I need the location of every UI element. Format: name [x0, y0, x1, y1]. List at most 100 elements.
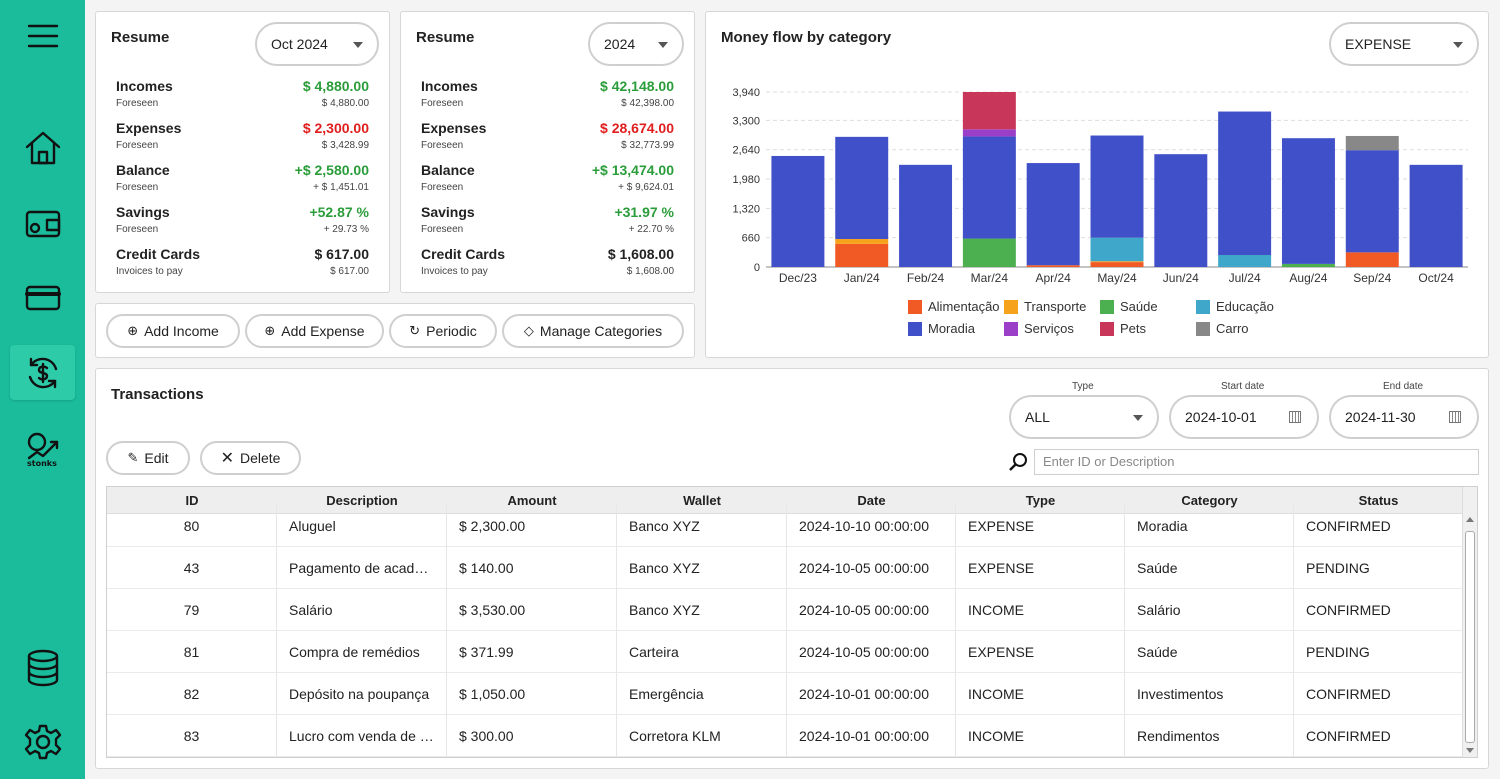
periodic-button[interactable]: ↻ Periodic — [389, 314, 497, 348]
calendar-icon[interactable] — [1289, 411, 1301, 423]
table-cell: Pagamento de academia — [277, 547, 447, 589]
calendar-icon[interactable] — [1449, 411, 1461, 423]
resume-sub-label: Foreseen — [116, 140, 159, 151]
sidebar-item-settings[interactable] — [10, 714, 75, 769]
scroll-down-icon[interactable] — [1466, 748, 1474, 753]
table-cell: $ 140.00 — [447, 547, 617, 589]
resume-label: Savings — [116, 204, 170, 220]
type-filter-label: Type — [1072, 381, 1094, 392]
bar-segment — [1154, 154, 1208, 267]
resume-year-panel: Resume 2024 Incomes Foreseen $ 42,148.00 $ … — [400, 11, 695, 293]
table-cell: INCOME — [956, 673, 1125, 715]
bar-segment — [1345, 150, 1399, 253]
actions-panel: ⊕ Add Income ⊕ Add Expense ↻ Periodic ◇ … — [95, 303, 695, 358]
resume-sub-label: Foreseen — [116, 182, 159, 193]
legend-label: Serviços — [1024, 321, 1074, 336]
start-date-picker[interactable]: 2024-10-01 — [1169, 395, 1319, 439]
table-row[interactable]: 83 Lucro com venda de ações $ 300.00 Corret… — [107, 715, 1463, 757]
year-selector[interactable]: 2024 — [588, 22, 684, 66]
resume-label: Expenses — [116, 120, 182, 136]
table-row[interactable]: 80 Aluguel $ 2,300.00 Banco XYZ 2024-10-10 0… — [107, 505, 1463, 547]
table-row[interactable]: 81 Compra de remédios $ 371.99 Carteira 2024… — [107, 631, 1463, 673]
legend-swatch — [1100, 321, 1114, 336]
legend-swatch — [1004, 299, 1018, 314]
bar-segment — [1218, 255, 1272, 267]
resume-value: $ 617.00 — [314, 246, 370, 262]
add-expense-button[interactable]: ⊕ Add Expense — [245, 314, 384, 348]
table-cell: CONFIRMED — [1294, 589, 1463, 631]
manage-categories-button[interactable]: ◇ Manage Categories — [502, 314, 684, 348]
menu-icon — [27, 24, 58, 47]
end-date-picker[interactable]: 2024-11-30 — [1329, 395, 1479, 439]
menu-button[interactable] — [10, 8, 75, 63]
search-icon[interactable] — [1008, 452, 1028, 472]
chevron-down-icon — [353, 42, 363, 48]
table-cell: $ 2,300.00 — [447, 505, 617, 547]
table-cell: CONFIRMED — [1294, 505, 1463, 547]
table-cell: INCOME — [956, 715, 1125, 757]
table-cell: Salário — [1125, 589, 1294, 631]
scrollbar-thumb[interactable] — [1465, 531, 1475, 743]
resume-sub-label: Foreseen — [421, 98, 464, 109]
add-income-button[interactable]: ⊕ Add Income — [106, 314, 240, 348]
chevron-down-icon — [1133, 415, 1143, 421]
table-cell: Lucro com venda de ações — [277, 715, 447, 757]
resume-value: +$ 2,580.00 — [294, 162, 369, 178]
table-cell: Rendimentos — [1125, 715, 1294, 757]
end-date-value: 2024-11-30 — [1345, 409, 1416, 425]
delete-label: Delete — [239, 450, 281, 466]
type-filter[interactable]: ALL — [1009, 395, 1159, 439]
bar-segment — [1090, 135, 1144, 238]
resume-sub-value: + 22.70 % — [628, 224, 674, 235]
resume-sub-label: Foreseen — [116, 98, 159, 109]
y-tick-label: 1,320 — [732, 203, 760, 215]
search-placeholder: Enter ID or Description — [1043, 454, 1175, 469]
x-tick-label: Feb/24 — [907, 271, 945, 285]
sidebar-item-wallets[interactable] — [10, 195, 75, 250]
resume-sub-value: $ 3,428.99 — [321, 140, 369, 151]
start-date-label: Start date — [1221, 381, 1265, 392]
money-flow-title: Money flow by category — [721, 29, 892, 46]
resume-sub-value: $ 42,398.00 — [621, 98, 674, 109]
resume-row-balance: Balance Foreseen +$ 2,580.00 + $ 1,451.01 — [116, 162, 369, 200]
month-selector-value: Oct 2024 — [271, 36, 328, 52]
month-selector[interactable]: Oct 2024 — [255, 22, 379, 66]
sidebar-item-home[interactable] — [10, 120, 75, 175]
resume-value: +52.87 % — [309, 204, 369, 220]
delete-button[interactable]: ✕ Delete — [200, 441, 301, 475]
stonks-label: stonks — [27, 459, 57, 468]
bar-segment — [1345, 252, 1399, 267]
table-cell: 80 — [107, 505, 277, 547]
resume-label: Expenses — [421, 120, 487, 136]
table-row[interactable]: 82 Depósito na poupança $ 1,050.00 Emergênc… — [107, 673, 1463, 715]
chevron-down-icon — [658, 42, 668, 48]
flow-type-selector[interactable]: EXPENSE — [1329, 22, 1479, 66]
scroll-up-icon[interactable] — [1466, 517, 1474, 522]
resume-sub-label: Foreseen — [116, 224, 159, 235]
resume-sub-value: + $ 9,624.01 — [618, 182, 674, 193]
bar-segment — [1345, 135, 1399, 151]
sidebar-item-database[interactable] — [10, 640, 75, 695]
table-cell: CONFIRMED — [1294, 715, 1463, 757]
sidebar-item-stonks[interactable]: stonks — [10, 420, 75, 475]
legend-label: Pets — [1120, 321, 1147, 336]
resume-row-expenses: Expenses Foreseen $ 2,300.00 $ 3,428.99 — [116, 120, 369, 158]
resume-value: $ 1,608.00 — [607, 246, 674, 262]
table-scrollbar[interactable] — [1462, 487, 1477, 757]
resume-row-savings: Savings Foreseen +31.97 % + 22.70 % — [421, 204, 674, 242]
sidebar-item-money-flow[interactable] — [10, 345, 75, 400]
search-input[interactable]: Enter ID or Description — [1034, 449, 1479, 475]
sidebar-item-credit-cards[interactable] — [10, 270, 75, 325]
resume-month-title: Resume — [111, 29, 170, 46]
resume-sub-value: $ 1,608.00 — [626, 266, 674, 277]
table-row[interactable]: 43 Pagamento de academia $ 140.00 Banco XYZ… — [107, 547, 1463, 589]
periodic-label: Periodic — [426, 323, 477, 339]
legend-item: Transporte — [1004, 299, 1086, 314]
tag-icon: ◇ — [523, 323, 534, 338]
bar-segment — [1026, 265, 1080, 267]
money-flow-panel: Money flow by category EXPENSE 0 660 1,320… — [705, 11, 1489, 358]
x-tick-label: Mar/24 — [971, 271, 1009, 285]
edit-button[interactable]: ✎ Edit — [106, 441, 190, 475]
table-row[interactable]: 79 Salário $ 3,530.00 Banco XYZ 2024-10-05 0… — [107, 589, 1463, 631]
legend-item: Pets — [1100, 321, 1146, 336]
